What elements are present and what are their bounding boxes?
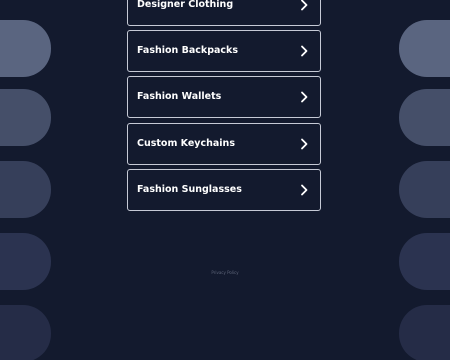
related-link-label: Designer Clothing xyxy=(137,0,234,10)
related-link-label: Fashion Wallets xyxy=(137,91,222,102)
decorative-bubble xyxy=(0,305,51,360)
related-link-label: Custom Keychains xyxy=(137,138,235,149)
chevron-right-icon xyxy=(301,184,308,196)
decorative-bubble xyxy=(399,89,450,146)
chevron-right-icon xyxy=(301,0,308,11)
decorative-bubble xyxy=(399,233,450,290)
decorative-bubble xyxy=(0,20,51,77)
chevron-right-icon xyxy=(301,138,308,150)
footer: Privacy Policy xyxy=(0,270,450,275)
privacy-policy-link[interactable]: Privacy Policy xyxy=(211,270,238,275)
decorative-bubble xyxy=(0,89,51,146)
decorative-bubble xyxy=(0,161,51,218)
chevron-right-icon xyxy=(301,45,308,57)
related-link-fashion-backpacks[interactable]: Fashion Backpacks xyxy=(127,30,321,72)
related-link-custom-keychains[interactable]: Custom Keychains xyxy=(127,123,321,165)
decorative-bubble xyxy=(0,233,51,290)
page: Designer Clothing Fashion Backpacks Fash… xyxy=(0,0,450,360)
related-link-fashion-sunglasses[interactable]: Fashion Sunglasses xyxy=(127,169,321,211)
related-link-label: Fashion Backpacks xyxy=(137,45,239,56)
decorative-bubble xyxy=(399,161,450,218)
related-link-designer-clothing[interactable]: Designer Clothing xyxy=(127,0,321,26)
related-link-label: Fashion Sunglasses xyxy=(137,184,242,195)
related-link-fashion-wallets[interactable]: Fashion Wallets xyxy=(127,76,321,118)
chevron-right-icon xyxy=(301,91,308,103)
decorative-bubble xyxy=(399,20,450,77)
decorative-bubble xyxy=(399,305,450,360)
